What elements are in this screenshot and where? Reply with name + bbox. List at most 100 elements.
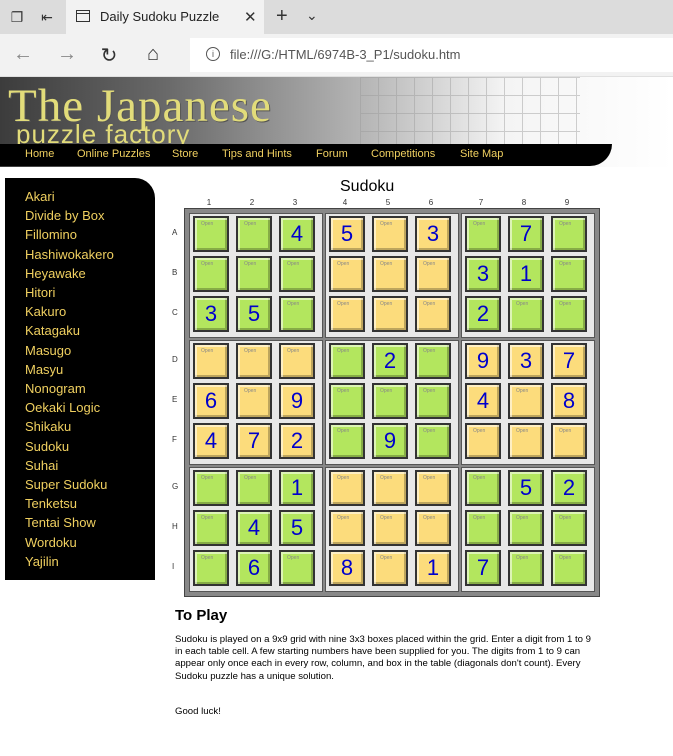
sudoku-cell[interactable]: 5 xyxy=(236,296,272,332)
sudoku-cell[interactable]: 4 xyxy=(236,510,272,546)
sudoku-cell[interactable]: 5 xyxy=(508,470,544,506)
sudoku-cell[interactable]: Open xyxy=(551,550,587,586)
sudoku-cell[interactable]: Open xyxy=(415,383,451,419)
sudoku-cell[interactable]: Open xyxy=(372,296,408,332)
sudoku-cell[interactable]: 2 xyxy=(372,343,408,379)
sudoku-cell[interactable]: Open xyxy=(508,423,544,459)
sidebar-item-nonogram[interactable]: Nonogram xyxy=(25,381,86,396)
sudoku-cell[interactable]: 6 xyxy=(193,383,229,419)
sudoku-cell[interactable]: 5 xyxy=(279,510,315,546)
sudoku-cell[interactable]: 4 xyxy=(279,216,315,252)
sudoku-cell[interactable]: Open xyxy=(372,550,408,586)
sudoku-cell[interactable]: Open xyxy=(551,510,587,546)
sidebar-item-sudoku[interactable]: Sudoku xyxy=(25,439,69,454)
sidebar-item-hitori[interactable]: Hitori xyxy=(25,285,55,300)
chevron-down-icon[interactable]: ⌄ xyxy=(306,7,318,24)
menu-forum[interactable]: Forum xyxy=(316,148,348,160)
sudoku-cell[interactable]: Open xyxy=(279,343,315,379)
sudoku-cell[interactable]: 3 xyxy=(415,216,451,252)
sudoku-cell[interactable]: Open xyxy=(193,470,229,506)
sudoku-cell[interactable]: Open xyxy=(508,296,544,332)
sudoku-cell[interactable]: Open xyxy=(508,550,544,586)
sidebar-item-heyawake[interactable]: Heyawake xyxy=(25,266,86,281)
sudoku-cell[interactable]: 2 xyxy=(551,470,587,506)
sudoku-cell[interactable]: Open xyxy=(193,216,229,252)
forward-arrow-icon[interactable]: → xyxy=(56,43,78,66)
sudoku-cell[interactable]: Open xyxy=(236,383,272,419)
sidebar-item-suhai[interactable]: Suhai xyxy=(25,458,58,473)
sudoku-cell[interactable]: 1 xyxy=(279,470,315,506)
sudoku-cell[interactable]: 9 xyxy=(372,423,408,459)
sudoku-cell[interactable]: 7 xyxy=(508,216,544,252)
url-text[interactable]: file:///G:/HTML/6974B-3_P1/sudoku.htm xyxy=(230,47,461,62)
sidebar-item-super-sudoku[interactable]: Super Sudoku xyxy=(25,477,107,492)
sudoku-cell[interactable]: Open xyxy=(372,256,408,292)
sidebar-item-katagaku[interactable]: Katagaku xyxy=(25,323,80,338)
menu-online-puzzles[interactable]: Online Puzzles xyxy=(77,148,150,160)
sudoku-cell[interactable]: 9 xyxy=(279,383,315,419)
info-icon[interactable]: i xyxy=(206,47,220,61)
sudoku-cell[interactable]: Open xyxy=(415,423,451,459)
sudoku-cell[interactable]: 5 xyxy=(329,216,365,252)
tab-actions-icon[interactable]: ❐ xyxy=(8,8,26,26)
sudoku-cell[interactable]: 3 xyxy=(465,256,501,292)
sudoku-cell[interactable]: 1 xyxy=(508,256,544,292)
sudoku-cell[interactable]: 8 xyxy=(329,550,365,586)
menu-competitions[interactable]: Competitions xyxy=(371,148,435,160)
sudoku-cell[interactable]: Open xyxy=(193,550,229,586)
browser-tab[interactable]: Daily Sudoku Puzzle ✕ xyxy=(66,0,264,34)
sudoku-cell[interactable]: 2 xyxy=(465,296,501,332)
sidebar-item-divide-by-box[interactable]: Divide by Box xyxy=(25,208,104,223)
sudoku-cell[interactable]: Open xyxy=(551,423,587,459)
set-aside-tabs-icon[interactable]: ⇤ xyxy=(38,8,56,26)
sudoku-cell[interactable]: 9 xyxy=(465,343,501,379)
sudoku-cell[interactable]: 4 xyxy=(465,383,501,419)
sudoku-cell[interactable]: Open xyxy=(465,216,501,252)
home-icon[interactable]: ⌂ xyxy=(142,43,164,66)
sudoku-cell[interactable]: 7 xyxy=(236,423,272,459)
sudoku-cell[interactable]: Open xyxy=(236,216,272,252)
sudoku-cell[interactable]: Open xyxy=(415,470,451,506)
sudoku-cell[interactable]: Open xyxy=(193,510,229,546)
sudoku-cell[interactable]: Open xyxy=(329,423,365,459)
sidebar-item-oekaki-logic[interactable]: Oekaki Logic xyxy=(25,400,100,415)
sudoku-cell[interactable]: 6 xyxy=(236,550,272,586)
menu-store[interactable]: Store xyxy=(172,148,198,160)
back-arrow-icon[interactable]: ← xyxy=(12,43,34,66)
sudoku-cell[interactable]: Open xyxy=(329,470,365,506)
sudoku-cell[interactable]: Open xyxy=(236,470,272,506)
sidebar-item-akari[interactable]: Akari xyxy=(25,189,55,204)
sudoku-cell[interactable]: Open xyxy=(236,343,272,379)
sudoku-cell[interactable]: Open xyxy=(372,510,408,546)
plus-icon[interactable]: + xyxy=(276,5,288,28)
sudoku-cell[interactable]: Open xyxy=(279,256,315,292)
sidebar-item-wordoku[interactable]: Wordoku xyxy=(25,535,77,550)
sudoku-cell[interactable]: 2 xyxy=(279,423,315,459)
close-icon[interactable]: ✕ xyxy=(244,8,257,26)
sudoku-cell[interactable]: Open xyxy=(279,296,315,332)
sudoku-cell[interactable]: Open xyxy=(279,550,315,586)
sudoku-cell[interactable]: Open xyxy=(193,343,229,379)
sudoku-cell[interactable]: 7 xyxy=(551,343,587,379)
sidebar-item-fillomino[interactable]: Fillomino xyxy=(25,227,77,242)
sudoku-cell[interactable]: Open xyxy=(465,510,501,546)
sidebar-item-masugo[interactable]: Masugo xyxy=(25,343,71,358)
sudoku-cell[interactable]: Open xyxy=(372,470,408,506)
sudoku-cell[interactable]: Open xyxy=(508,383,544,419)
sidebar-item-shikaku[interactable]: Shikaku xyxy=(25,419,71,434)
sidebar-item-tenketsu[interactable]: Tenketsu xyxy=(25,496,77,511)
menu-home[interactable]: Home xyxy=(25,148,54,160)
sudoku-cell[interactable]: Open xyxy=(551,216,587,252)
sudoku-cell[interactable]: 3 xyxy=(193,296,229,332)
sudoku-cell[interactable]: Open xyxy=(329,510,365,546)
sudoku-cell[interactable]: Open xyxy=(508,510,544,546)
sudoku-cell[interactable]: Open xyxy=(193,256,229,292)
sudoku-cell[interactable]: 7 xyxy=(465,550,501,586)
sudoku-cell[interactable]: Open xyxy=(415,343,451,379)
sudoku-cell[interactable]: Open xyxy=(415,256,451,292)
menu-tips-and-hints[interactable]: Tips and Hints xyxy=(222,148,292,160)
sidebar-item-masyu[interactable]: Masyu xyxy=(25,362,63,377)
sudoku-cell[interactable]: Open xyxy=(465,470,501,506)
sidebar-item-yajilin[interactable]: Yajilin xyxy=(25,554,59,569)
sudoku-cell[interactable]: 3 xyxy=(508,343,544,379)
